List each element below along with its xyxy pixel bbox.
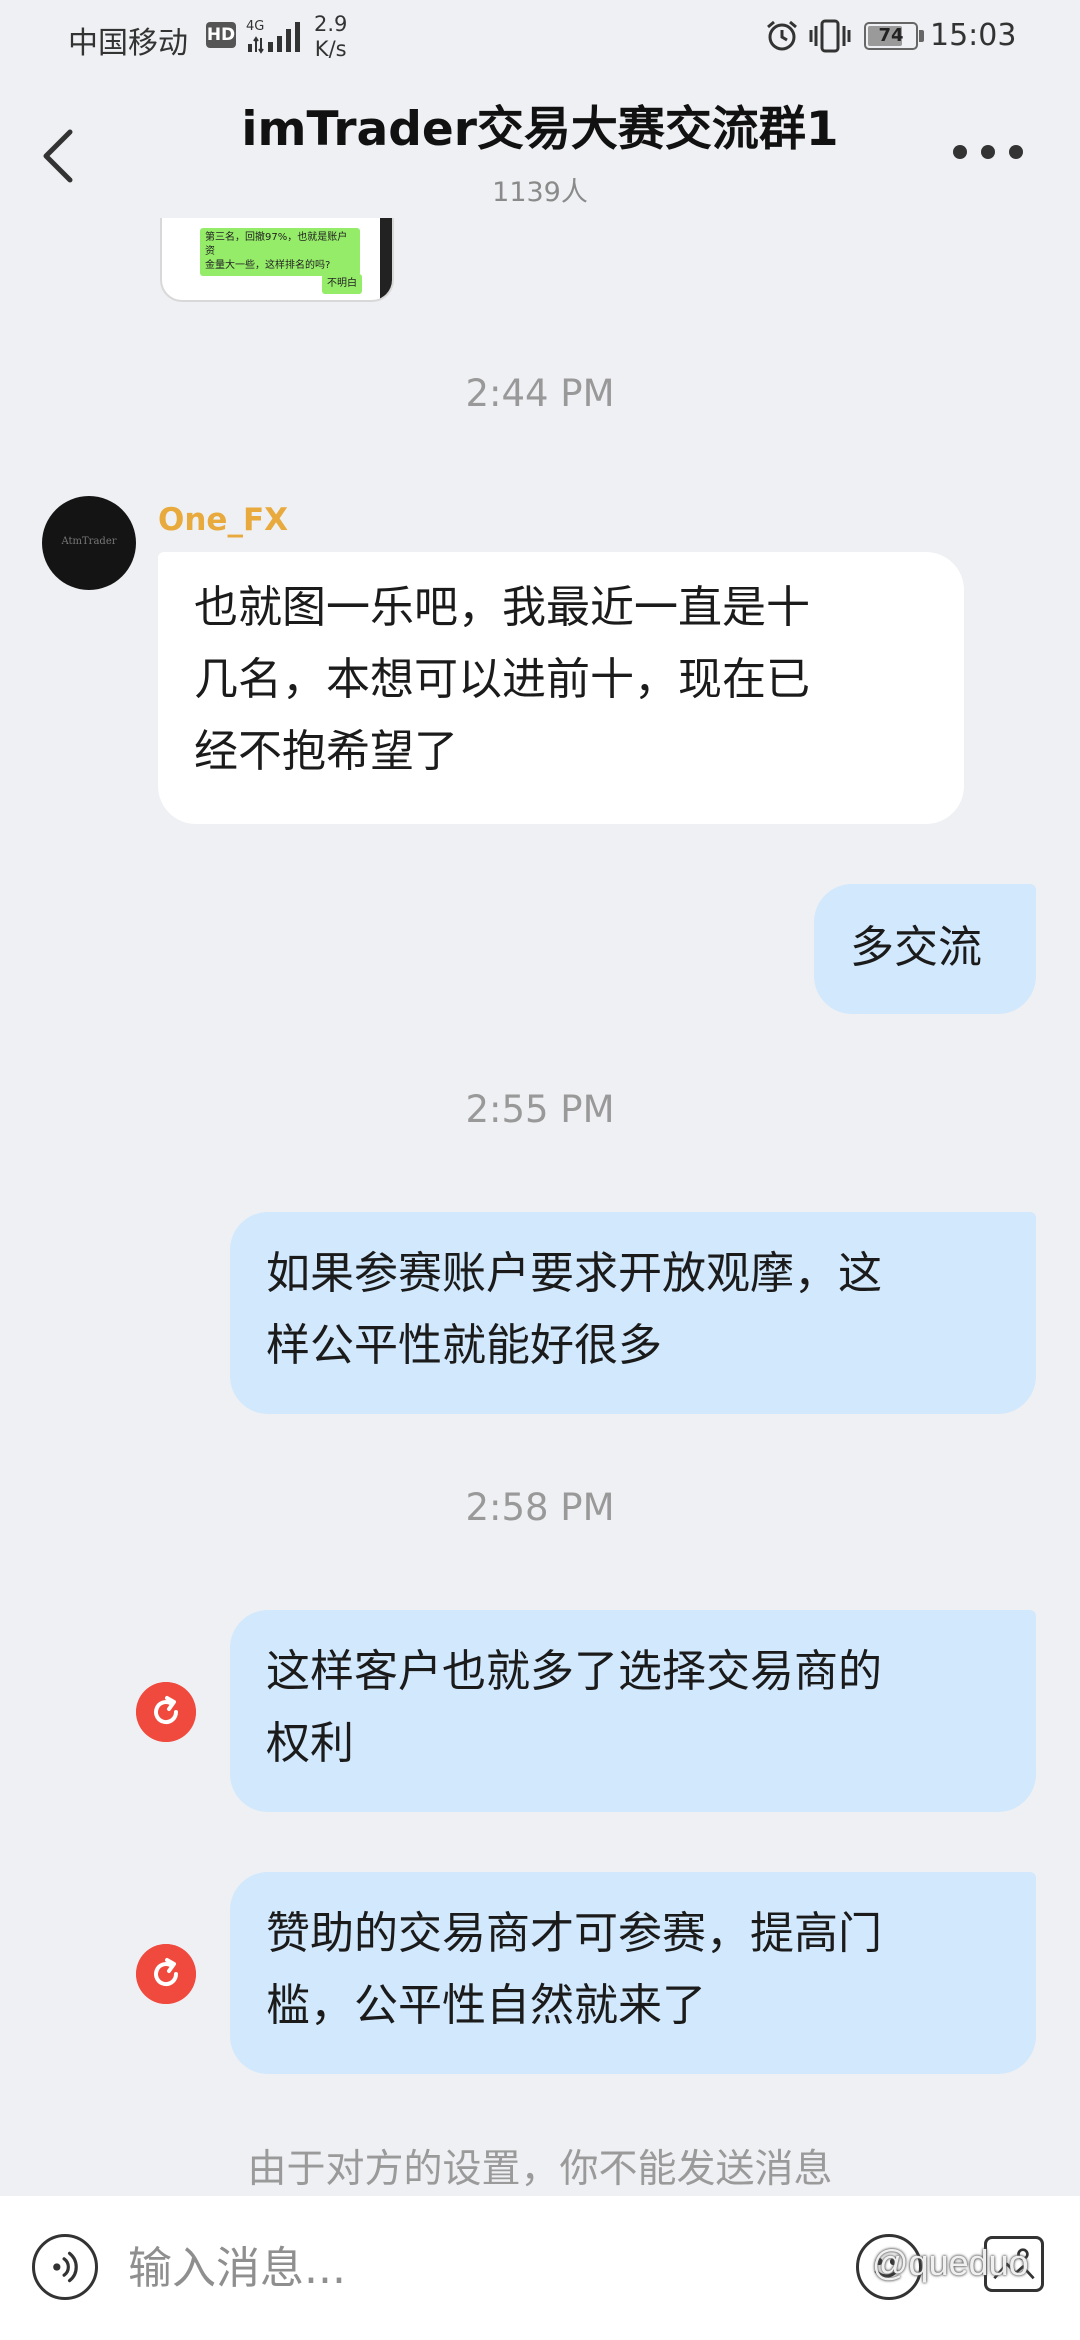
chat-title: imTrader交易大赛交流群1 [241,102,839,157]
message-input[interactable] [128,2236,728,2300]
message-line: 如果参赛账户要求开放观摩，这 [266,1248,882,1299]
resend-icon[interactable] [136,1682,196,1742]
message-line: 赞助的交易商才可参赛，提高门 [266,1908,882,1959]
hd-badge: HD [206,22,236,48]
cannot-send-notice: 由于对方的设置，你不能发送消息 [247,2147,833,2192]
network-speed: 2.9 K/s [314,12,347,62]
timestamp: 2:44 PM [465,372,615,415]
voice-icon[interactable] [32,2234,98,2300]
resend-icon[interactable] [136,1944,196,2004]
image-message-thumbnail[interactable]: 第三名，回撤97%，也就是账户资 金量大一些，这样排名的吗? 不明白 [160,218,394,302]
message-line: 样公平性就能好很多 [266,1320,662,1371]
more-horizontal-icon[interactable] [950,132,1026,172]
message-line: 几名，本想可以进前十，现在已 [194,654,810,705]
alarm-icon [767,20,797,51]
member-count[interactable]: 1139人 [0,170,1080,209]
battery-icon: 74 [864,22,918,50]
thumbnail-line-1: 第三名，回撤97%，也就是账户资 [205,232,348,257]
sender-name[interactable]: One_FX [158,502,288,538]
outgoing-message-bubble[interactable]: 赞助的交易商才可参赛，提高门 槛，公平性自然就来了 [230,1872,1036,2074]
network-speed-value: 2.9 [314,12,348,36]
carrier-name: 中国移动 [68,26,188,61]
vibrate-icon [809,19,851,53]
thumbnail-green-bubble: 第三名，回撤97%，也就是账户资 金量大一些，这样排名的吗? [200,228,360,276]
signal-icon: 4G [246,19,300,54]
avatar-logo-text: AtmTrader [61,536,117,547]
network-speed-unit: K/s [314,37,347,61]
status-bar: 中国移动 HD 4G 2.9 K/s 74 15:03 [0,0,1080,80]
chat-header: imTrader交易大赛交流群1 1139人 [0,80,1080,220]
outgoing-message-bubble[interactable]: 如果参赛账户要求开放观摩，这 样公平性就能好很多 [230,1212,1036,1414]
outgoing-message-bubble[interactable]: 多交流 [814,884,1036,1014]
network-type: 4G [246,19,264,34]
message-line: 这样客户也就多了选择交易商的 [266,1646,882,1697]
clock: 15:03 [930,18,1017,53]
message-line: 也就图一乐吧，我最近一直是十 [194,582,810,633]
incoming-message-bubble[interactable]: 也就图一乐吧，我最近一直是十 几名，本想可以进前十，现在已 经不抱希望了 [158,552,964,824]
timestamp: 2:58 PM [465,1486,615,1529]
watermark: @queduo [872,2242,1029,2283]
battery-level: 74 [878,25,904,46]
message-line: 多交流 [850,922,982,973]
thumbnail-reply-bubble: 不明白 [322,274,362,294]
timestamp: 2:55 PM [465,1088,615,1131]
outgoing-message-bubble[interactable]: 这样客户也就多了选择交易商的 权利 [230,1610,1036,1812]
thumbnail-edge [380,218,392,300]
chat-screen: 中国移动 HD 4G 2.9 K/s 74 15:03 imTrader交易大赛… [0,0,1080,2340]
message-line: 经不抱希望了 [194,726,458,777]
thumbnail-line-2: 金量大一些，这样排名的吗? [205,260,331,271]
avatar[interactable]: AtmTrader [42,496,136,590]
battery-tip [919,30,924,42]
message-line: 权利 [266,1718,354,1769]
message-line: 槛，公平性自然就来了 [266,1980,706,2031]
